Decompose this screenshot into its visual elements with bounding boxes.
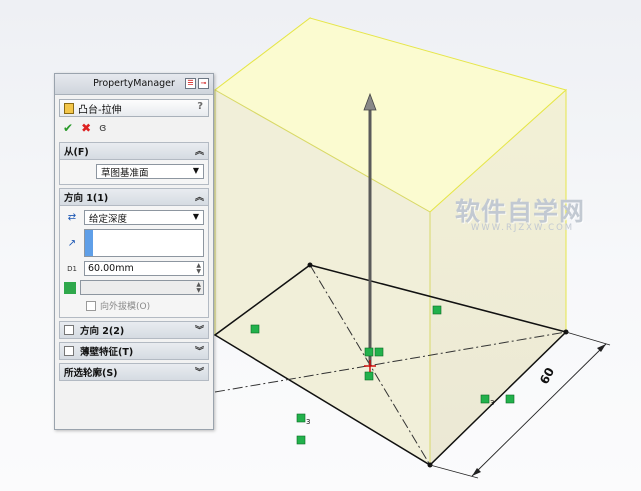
ok-button[interactable]: ✔ [63,122,73,134]
from-group-title: 从(F) [64,147,89,158]
depth-icon: D1 [67,264,77,273]
end-condition-select[interactable]: 给定深度 ▼ [84,210,204,225]
collapse-chevron-icon[interactable]: ︽ [195,144,204,157]
from-group: 从(F) ︽ 草图基准面 ▼ [59,142,209,185]
dimension-arrow-icon [597,344,606,352]
boss-extrude-icon [64,102,74,114]
cancel-button[interactable]: ✖ [81,122,91,134]
dropdown-arrow-icon: ▼ [192,166,199,175]
spin-arrows-icon: ▲ ▼ [196,281,201,294]
feature-name: 凸台-拉伸 [78,104,122,116]
from-start-condition-value: 草图基准面 [101,167,149,179]
draft-icon[interactable] [64,281,76,294]
help-button[interactable]: ? [197,101,203,112]
depth-input[interactable]: 60.00mm ▲ ▼ [84,261,204,276]
dimension-arrow-icon [472,468,481,476]
direction-selection-box[interactable] [84,229,204,257]
draft-outward-label: 向外拔模(O) [100,302,151,312]
expand-chevron-icon[interactable]: ︾ [195,365,204,378]
direction2-group-title: 方向 2(2) [80,326,125,337]
direction2-checkbox[interactable] [64,325,74,335]
relation-marker-label: 3 [490,399,494,407]
panel-title: PropertyManager [93,78,175,89]
panel-titlebar: PropertyManager ☰ ⊸ [55,74,213,95]
direction1-group: 方向 1(1) ︽ ⇄ 给定深度 ▼ ↗ D1 60.00mm ▲ ▼ ▲ ▼ … [59,188,209,318]
direction2-group[interactable]: 方向 2(2) ︾ [59,321,209,339]
dimension-extension-line [429,464,479,479]
thin-feature-group-title: 薄壁特征(T) [80,347,134,358]
dimension-extension-line [565,331,611,346]
dropdown-arrow-icon: ▼ [192,212,199,221]
end-condition-value: 给定深度 [89,213,128,225]
watermark-url: WWW.RJZXW.COM [471,223,575,233]
draft-outward-checkbox: 向外拔模(O) [64,299,204,312]
depth-value: 60.00mm [88,263,134,274]
action-buttons: ✔ ✖ ɞ [55,117,213,139]
detailed-preview-button[interactable]: ɞ [99,122,106,134]
spin-arrows-icon[interactable]: ▲ ▼ [196,263,201,275]
reverse-direction-icon[interactable]: ⇄ [64,210,80,225]
sketch-vertex[interactable] [307,262,313,268]
draft-angle-input: ▲ ▼ [80,280,204,295]
panel-menu-icon[interactable]: ☰ [185,78,196,89]
property-manager-panel: PropertyManager ☰ ⊸ 凸台-拉伸 ? ✔ ✖ ɞ 从(F) ︽… [54,73,214,430]
direction-vector-icon: ↗ [67,237,77,249]
relation-marker-label: 3 [306,418,310,426]
expand-chevron-icon[interactable]: ︾ [195,344,204,357]
feature-header: 凸台-拉伸 ? [59,99,209,117]
thin-feature-group[interactable]: 薄壁特征(T) ︾ [59,342,209,360]
from-group-header[interactable]: 从(F) ︽ [60,143,208,160]
selected-contours-group-title: 所选轮廓(S) [64,368,118,379]
thin-feature-checkbox[interactable] [64,346,74,356]
pin-icon[interactable]: ⊸ [198,78,209,89]
direction1-group-header[interactable]: 方向 1(1) ︽ [60,189,208,206]
collapse-chevron-icon[interactable]: ︽ [195,190,204,203]
selected-contours-group[interactable]: 所选轮廓(S) ︾ [59,363,209,381]
direction1-group-title: 方向 1(1) [64,193,109,204]
from-start-condition-select[interactable]: 草图基准面 ▼ [96,164,204,179]
expand-chevron-icon[interactable]: ︾ [195,323,204,336]
